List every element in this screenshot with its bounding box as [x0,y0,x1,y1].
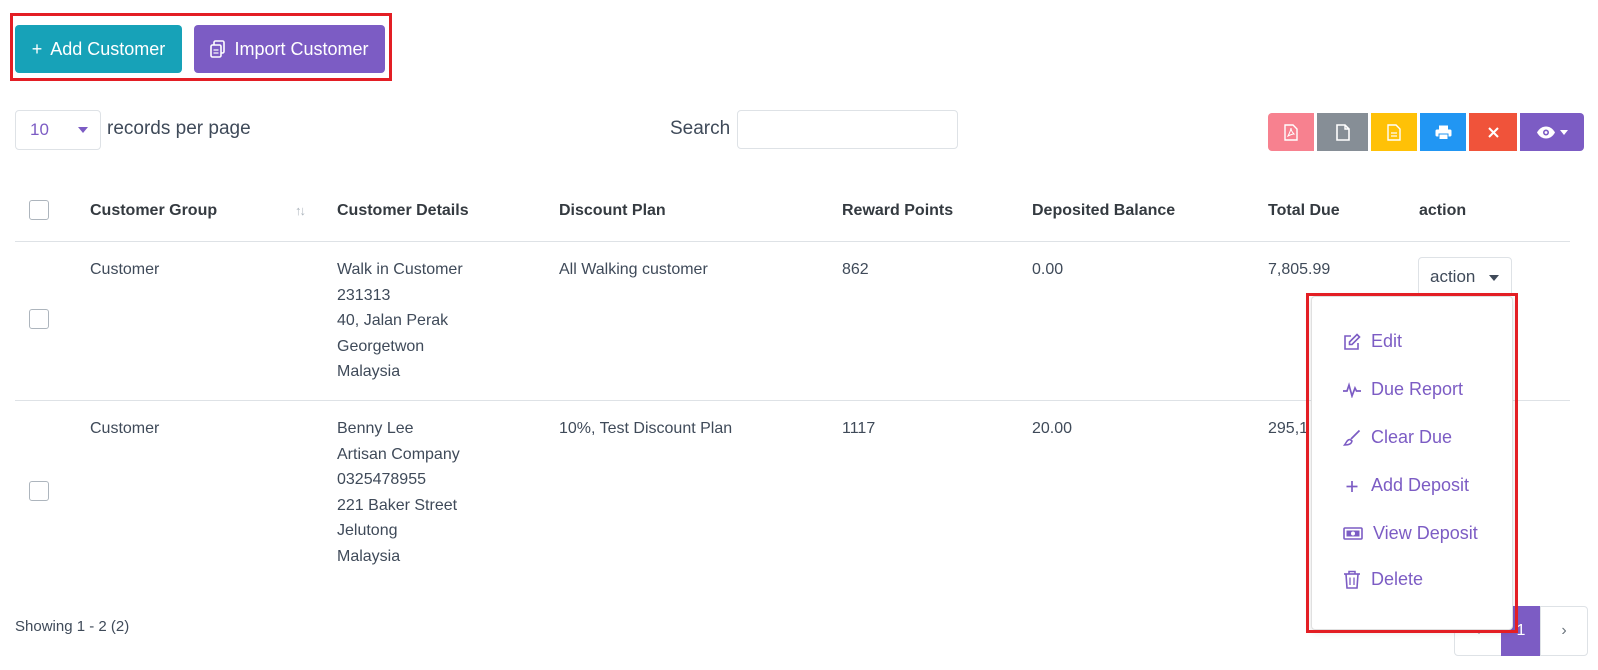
records-per-page-label: records per page [107,118,251,139]
detail-line: 40, Jalan Perak [337,312,449,329]
detail-line: Benny Lee [337,420,414,437]
add-customer-label: Add Customer [50,38,166,59]
pulse-icon [1343,381,1361,398]
menu-item-label: View Deposit [1373,523,1478,543]
brush-icon [1343,429,1361,446]
print-icon [1435,125,1451,140]
row-action-button[interactable]: action [1418,257,1512,297]
menu-item-due-report[interactable]: Due Report [1343,379,1463,400]
cell-reward-points: 1117 [842,420,876,437]
cell-customer-details: Walk in Customer 231313 40, Jalan Perak … [337,257,463,385]
caret-down-icon [1489,275,1499,281]
cell-total-due: 7,805.99 [1268,261,1331,278]
menu-item-clear-due[interactable]: Clear Due [1343,427,1452,448]
delete-selected-button[interactable] [1469,113,1517,151]
pdf-icon [1284,123,1298,141]
records-per-page-value: 10 [30,120,49,139]
close-icon [1487,126,1499,138]
add-customer-button[interactable]: + Add Customer [15,25,182,73]
records-per-page-select[interactable]: 10 [15,110,101,150]
cell-customer-group: Customer [90,420,160,437]
select-all-checkbox[interactable] [29,200,49,220]
import-customer-button[interactable]: Import Customer [194,25,385,73]
header-customer-group[interactable]: Customer Group [90,202,217,220]
header-customer-details[interactable]: Customer Details [337,202,469,220]
cell-total-due: 295,1 [1268,420,1309,437]
header-discount-plan[interactable]: Discount Plan [559,202,666,220]
detail-line: Georgetwon [337,337,425,355]
print-button[interactable] [1420,113,1466,151]
trash-icon [1344,570,1360,589]
cell-deposited-balance: 20.00 [1032,420,1073,437]
menu-item-edit[interactable]: Edit [1343,331,1402,352]
detail-line: 0325478955 [337,471,426,488]
csv-icon [1335,123,1350,141]
edit-icon [1344,332,1361,350]
export-csv-button[interactable] [1317,113,1368,151]
header-total-due[interactable]: Total Due [1268,202,1340,220]
menu-item-label: Edit [1371,331,1403,351]
header-reward-points[interactable]: Reward Points [842,202,953,220]
plus-icon: + [31,38,43,59]
import-customer-label: Import Customer [234,38,369,59]
pagination-next[interactable]: › [1540,606,1588,656]
menu-item-label: Add Deposit [1371,475,1470,495]
cell-customer-details: Benny Lee Artisan Company 0325478955 221… [337,416,460,569]
cell-discount-plan: All Walking customer [559,261,708,278]
caret-down-icon [78,127,88,133]
cell-customer-group: Customer [90,261,160,278]
excel-icon [1387,123,1401,141]
cell-reward-points: 862 [842,261,869,278]
menu-item-label: Clear Due [1371,427,1453,447]
showing-count: Showing 1 - 2 (2) [15,618,130,635]
cell-discount-plan: 10%, Test Discount Plan [559,420,733,437]
export-pdf-button[interactable] [1268,113,1314,151]
header-action: action [1419,202,1467,219]
plus-icon [1346,480,1358,492]
column-visibility-button[interactable] [1520,113,1584,151]
detail-line: 221 Baker Street [337,496,458,514]
sort-icon[interactable]: ↑↓ [295,203,306,218]
row-checkbox[interactable] [29,309,49,329]
detail-line: Walk in Customer [337,261,463,278]
search-label: Search [670,118,731,139]
export-excel-button[interactable] [1371,113,1417,151]
eye-icon [1537,126,1555,138]
menu-item-view-deposit[interactable]: View Deposit [1343,523,1478,544]
copy-file-icon [210,40,226,58]
row-checkbox[interactable] [29,481,49,501]
menu-item-label: Delete [1371,569,1424,589]
detail-line: Jelutong [337,522,398,539]
cell-deposited-balance: 0.00 [1032,261,1064,278]
detail-line: 231313 [337,286,391,304]
table-divider [15,241,1570,242]
detail-line: Malaysia [337,547,401,565]
caret-down-icon [1560,129,1568,135]
menu-item-label: Due Report [1371,379,1464,399]
header-deposited-balance[interactable]: Deposited Balance [1032,202,1175,220]
money-icon [1343,527,1363,540]
action-button-label: action [1430,267,1476,286]
search-input[interactable] [737,110,958,149]
menu-item-delete[interactable]: Delete [1343,569,1423,590]
detail-line: Artisan Company [337,445,460,463]
menu-item-add-deposit[interactable]: Add Deposit [1343,475,1469,496]
detail-line: Malaysia [337,363,401,380]
